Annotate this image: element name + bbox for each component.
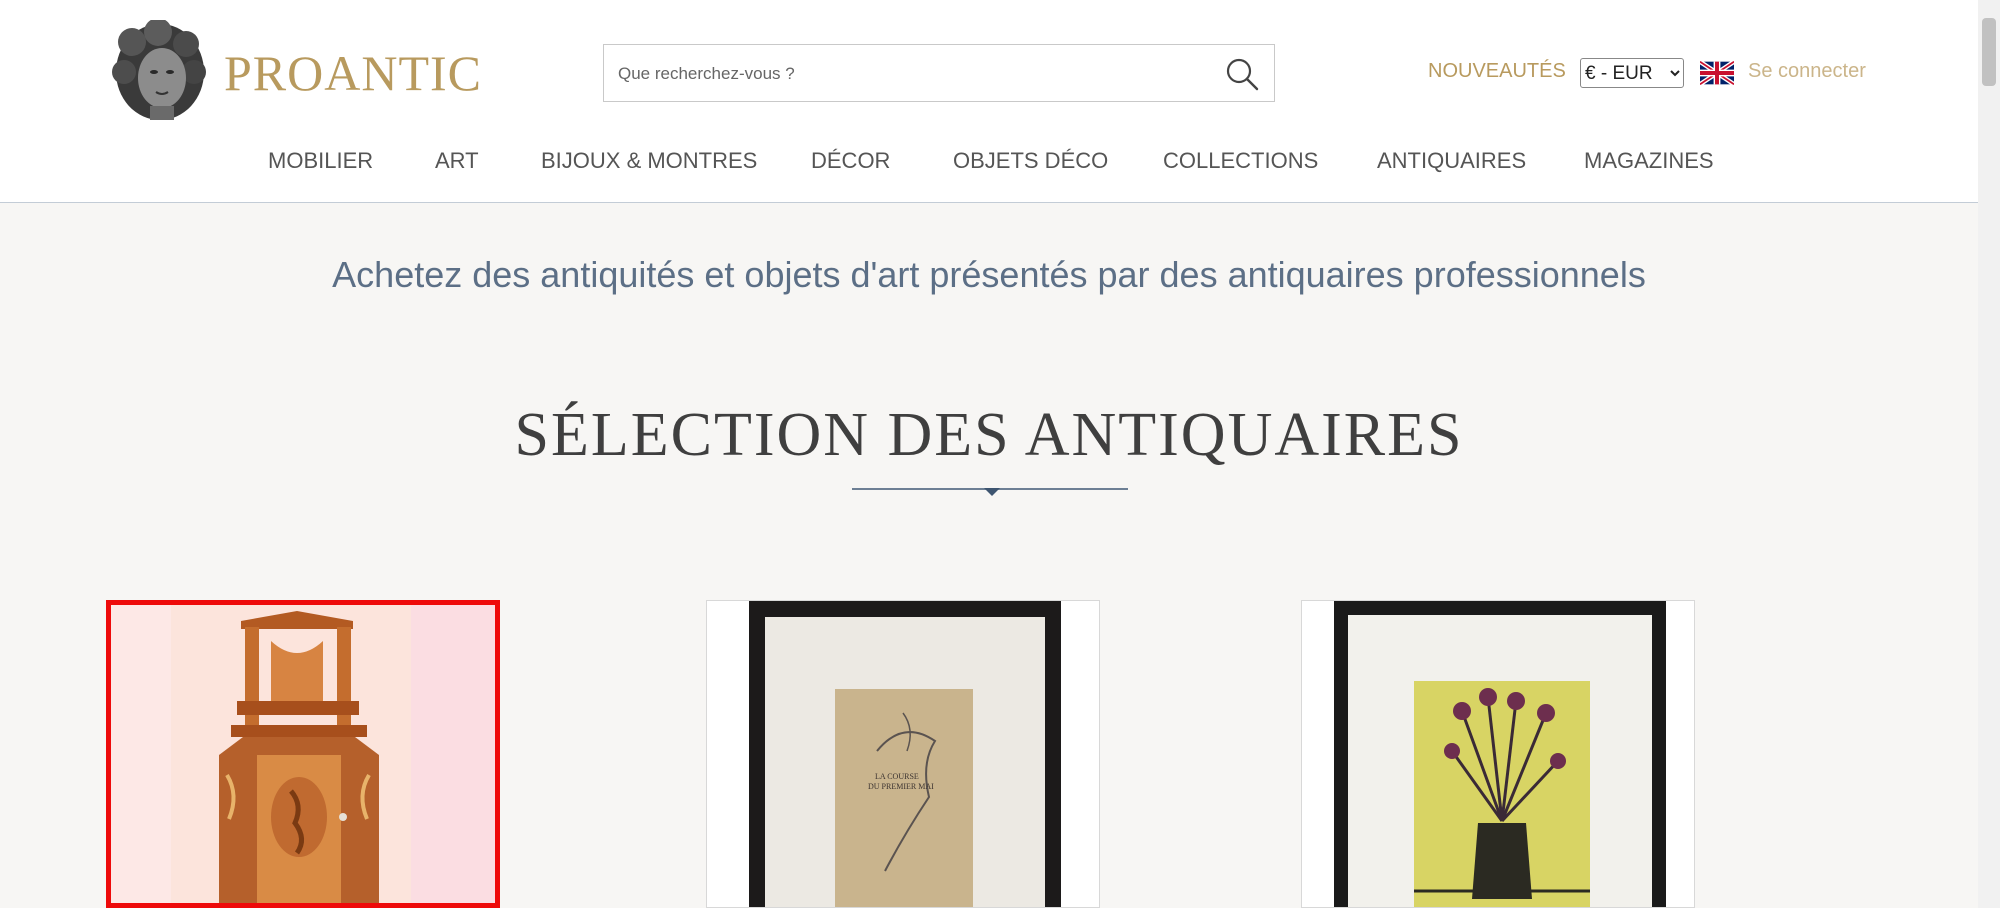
site-header: PROANTIC NOUVEAUTÉS € - EUR Se connecter…	[0, 0, 1978, 203]
currency-select[interactable]: € - EUR	[1580, 58, 1684, 88]
product-card-framed-drawing[interactable]: LA COURSE DU PREMIER MAI	[706, 600, 1100, 908]
nav-item-magazines[interactable]: MAGAZINES	[1584, 148, 1714, 174]
nav-item-antiquaires[interactable]: ANTIQUAIRES	[1377, 148, 1526, 174]
drawing-inscription-line2: DU PREMIER MAI	[868, 782, 934, 791]
page-scrollbar[interactable]	[1978, 0, 2000, 908]
product-image-flower-lithograph	[1302, 601, 1694, 907]
nav-item-mobilier[interactable]: MOBILIER	[268, 148, 373, 174]
page-tagline: Achetez des antiquités et objets d'art p…	[332, 254, 1646, 295]
site-logo-text[interactable]: PROANTIC	[224, 44, 482, 102]
drawing-inscription-line1: LA COURSE	[875, 772, 919, 781]
product-card-corner-cabinet[interactable]	[106, 600, 500, 908]
new-arrivals-link[interactable]: NOUVEAUTÉS	[1428, 60, 1566, 83]
nav-item-objets-deco[interactable]: OBJETS DÉCO	[953, 148, 1108, 174]
nav-item-collections[interactable]: COLLECTIONS	[1163, 148, 1318, 174]
product-card-flower-lithograph[interactable]	[1301, 600, 1695, 908]
search-input[interactable]	[616, 45, 1200, 103]
product-image-corner-cabinet	[111, 605, 495, 903]
bust-logo-icon[interactable]	[110, 20, 210, 122]
divider-ornament	[984, 488, 1000, 496]
section-title: SÉLECTION DES ANTIQUAIRES	[514, 401, 1464, 469]
product-image-framed-drawing: LA COURSE DU PREMIER MAI	[707, 601, 1099, 907]
search-box	[603, 44, 1275, 103]
scrollbar-thumb[interactable]	[1982, 18, 1996, 86]
nav-item-art[interactable]: ART	[435, 148, 479, 174]
search-icon[interactable]	[1224, 56, 1260, 92]
nav-item-bijoux-montres[interactable]: BIJOUX & MONTRES	[541, 148, 757, 174]
main-nav: MOBILIER ART BIJOUX & MONTRES DÉCOR OBJE…	[0, 148, 1978, 180]
login-link[interactable]: Se connecter	[1748, 60, 1866, 83]
nav-item-decor[interactable]: DÉCOR	[811, 148, 890, 174]
uk-flag-icon[interactable]	[1700, 61, 1734, 85]
